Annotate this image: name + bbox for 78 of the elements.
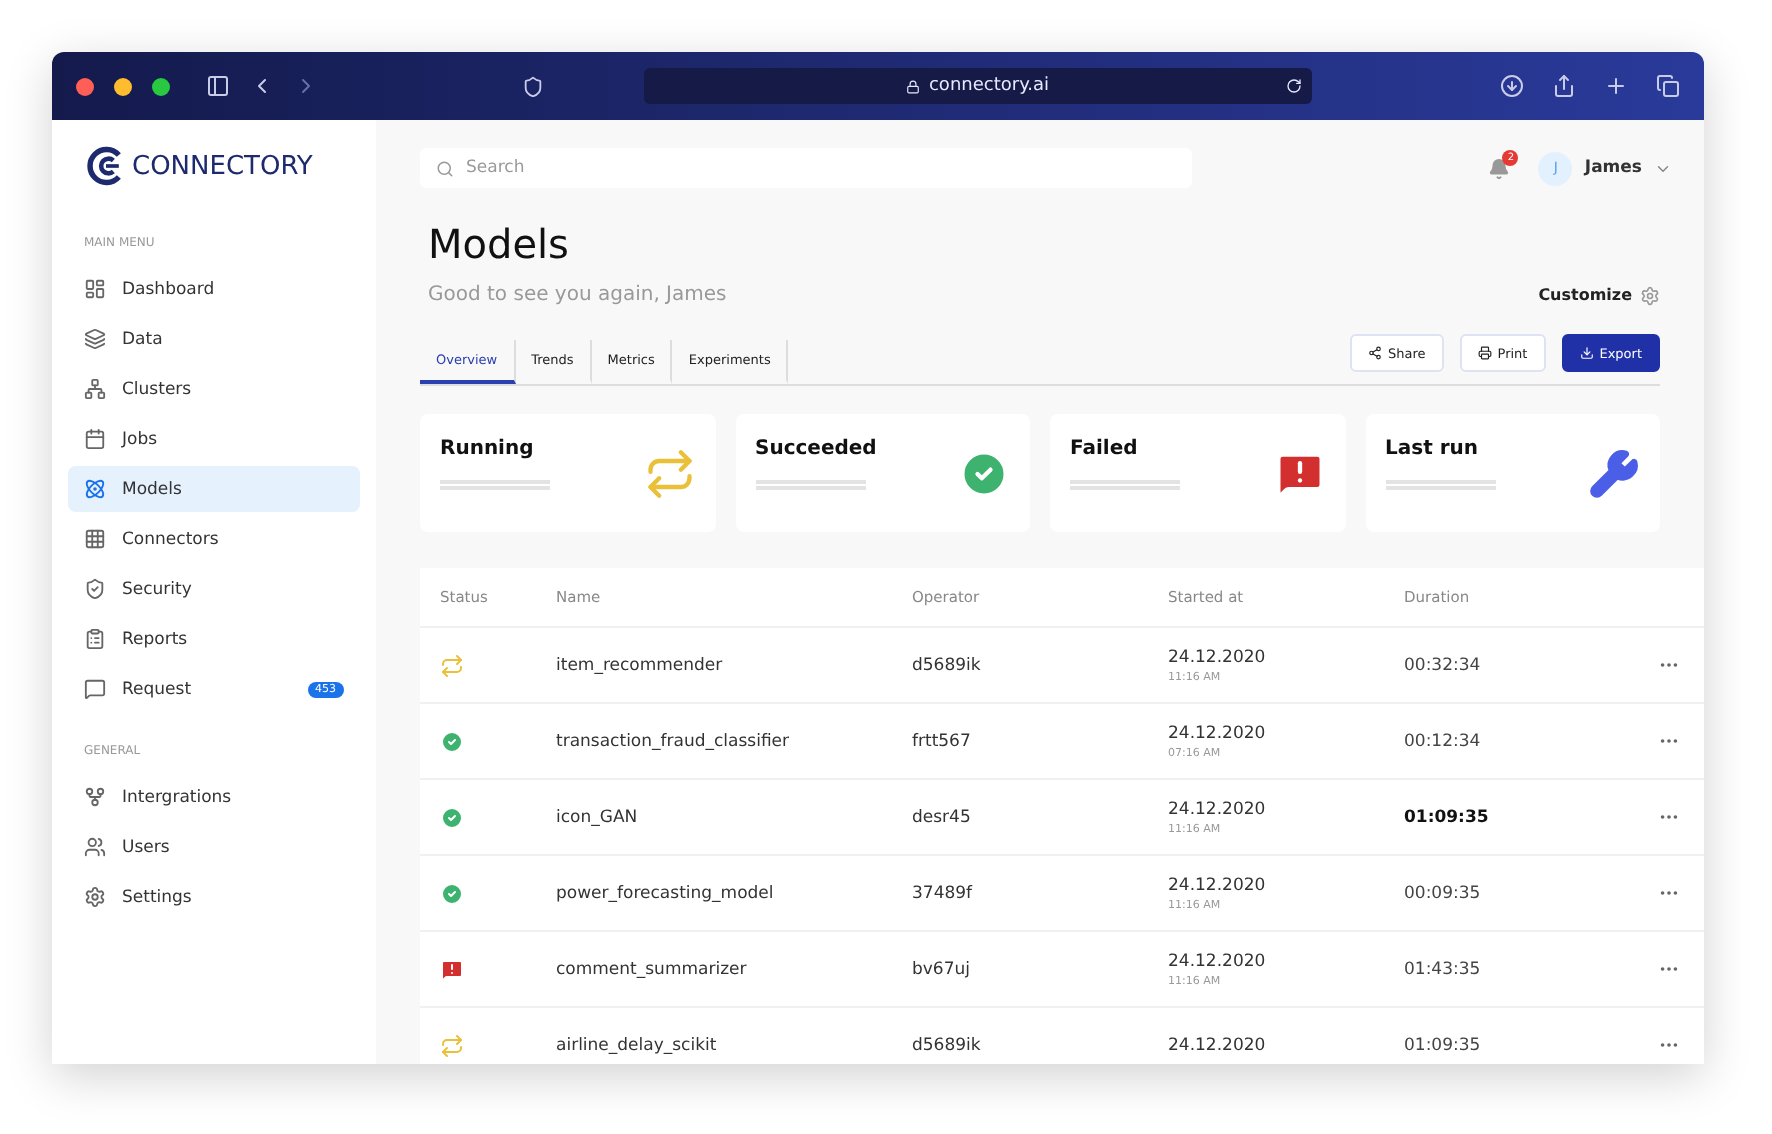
sidebar-item[interactable]: Clusters	[68, 366, 360, 412]
card-title: Succeeded	[755, 438, 877, 460]
page-title: Models	[428, 220, 571, 268]
grid-icon	[84, 528, 106, 550]
download-icon[interactable]	[1500, 74, 1524, 98]
download-icon	[1579, 346, 1594, 360]
sidebar-item[interactable]: Users	[68, 824, 360, 870]
card-title: Failed	[1070, 438, 1140, 460]
maximize-dot[interactable]	[152, 77, 170, 95]
card-title: Last run	[1385, 438, 1481, 460]
calendar-icon	[84, 428, 106, 450]
customize-link[interactable]: Customize	[1538, 286, 1632, 304]
duration-cell-text: 00:09:35	[1404, 883, 1483, 903]
tabs-icon[interactable]	[1656, 74, 1680, 98]
sidebar-item[interactable]: Models	[68, 466, 360, 512]
clipboard-icon	[84, 628, 106, 650]
table-cell-text: icon_GAN	[556, 807, 640, 827]
duration-cell-text: 00:32:34	[1404, 655, 1483, 675]
sidebar-icon[interactable]	[206, 74, 230, 98]
table-cell-text: 24.12.2020	[1168, 799, 1268, 819]
page-subtitle: Good to see you again, James	[428, 284, 727, 306]
settings-icon[interactable]	[1640, 285, 1660, 305]
sidebar-item[interactable]: Data	[68, 316, 360, 362]
table-cell-text: bv67uj	[912, 959, 972, 979]
table-cell-text: 24.12.2020	[1168, 647, 1268, 667]
printer-icon	[1477, 346, 1492, 360]
table-cell-text: d5689ik	[912, 655, 983, 675]
hierarchy-icon	[84, 378, 106, 400]
card-title: Running	[440, 438, 536, 460]
table-cell-text: frtt567	[912, 731, 973, 751]
sidebar-item[interactable]: Connectors	[68, 516, 360, 562]
table-cell-text: 24.12.2020	[1168, 1035, 1268, 1055]
reload-icon[interactable]	[1286, 78, 1302, 94]
duration-cell-text: 01:09:35	[1404, 1035, 1483, 1055]
table-cell-text: 37489f	[912, 883, 975, 903]
sidebar-item[interactable]: Jobs	[68, 416, 360, 462]
dashboard-icon	[84, 278, 106, 300]
table-cell-text: power_forecasting_model	[556, 883, 776, 903]
logo-text: CONNECTORY	[132, 151, 313, 181]
table-cell-text: 24.12.2020	[1168, 951, 1268, 971]
layers-icon	[84, 328, 106, 350]
sidebar-item[interactable]: Dashboard	[68, 266, 360, 312]
placeholder-lines	[1070, 480, 1180, 490]
minimize-dot[interactable]	[114, 77, 132, 95]
users-icon	[84, 836, 106, 858]
chat-icon	[84, 678, 106, 700]
plus-icon[interactable]	[1604, 74, 1628, 98]
table-cell-text: transaction_fraud_classifier	[556, 731, 792, 751]
lock-icon	[906, 79, 921, 93]
atom-icon	[84, 478, 106, 500]
placeholder-lines	[755, 480, 865, 490]
sidebar-item[interactable]: Settings	[68, 874, 360, 920]
table-cell-text: 24.12.2020	[1168, 723, 1268, 743]
sidebar-item[interactable]: Security	[68, 566, 360, 612]
share-icon	[1368, 346, 1382, 360]
table-cell-text: desr45	[912, 807, 973, 827]
search-icon	[436, 159, 454, 177]
table-cell-text: d5689ik	[912, 1035, 983, 1055]
duration-cell-text: 00:12:34	[1404, 731, 1483, 751]
sidebar-item[interactable]: Reports	[68, 616, 360, 662]
settings-icon	[84, 886, 106, 908]
sidebar-item[interactable]: Intergrations	[68, 774, 360, 820]
user-name[interactable]: James	[1584, 158, 1642, 178]
placeholder-lines	[440, 480, 550, 490]
fork-icon	[84, 786, 106, 808]
placeholder-lines	[1385, 480, 1495, 490]
duration-cell-text: 01:09:35	[1404, 807, 1491, 827]
shield-icon[interactable]	[522, 75, 544, 97]
url-text: connectory.ai	[928, 76, 1049, 96]
table-cell-text: item_recommender	[556, 655, 725, 675]
shield-icon	[84, 578, 106, 600]
table-cell-text: 24.12.2020	[1168, 875, 1268, 895]
duration-cell-text: 01:43:35	[1404, 959, 1483, 979]
table-cell-text: comment_summarizer	[556, 959, 749, 979]
close-dot[interactable]	[76, 77, 94, 95]
share-icon[interactable]	[1552, 74, 1576, 98]
address-bar[interactable]: connectory.ai	[644, 68, 1312, 104]
table-cell-text: airline_delay_scikit	[556, 1035, 719, 1055]
